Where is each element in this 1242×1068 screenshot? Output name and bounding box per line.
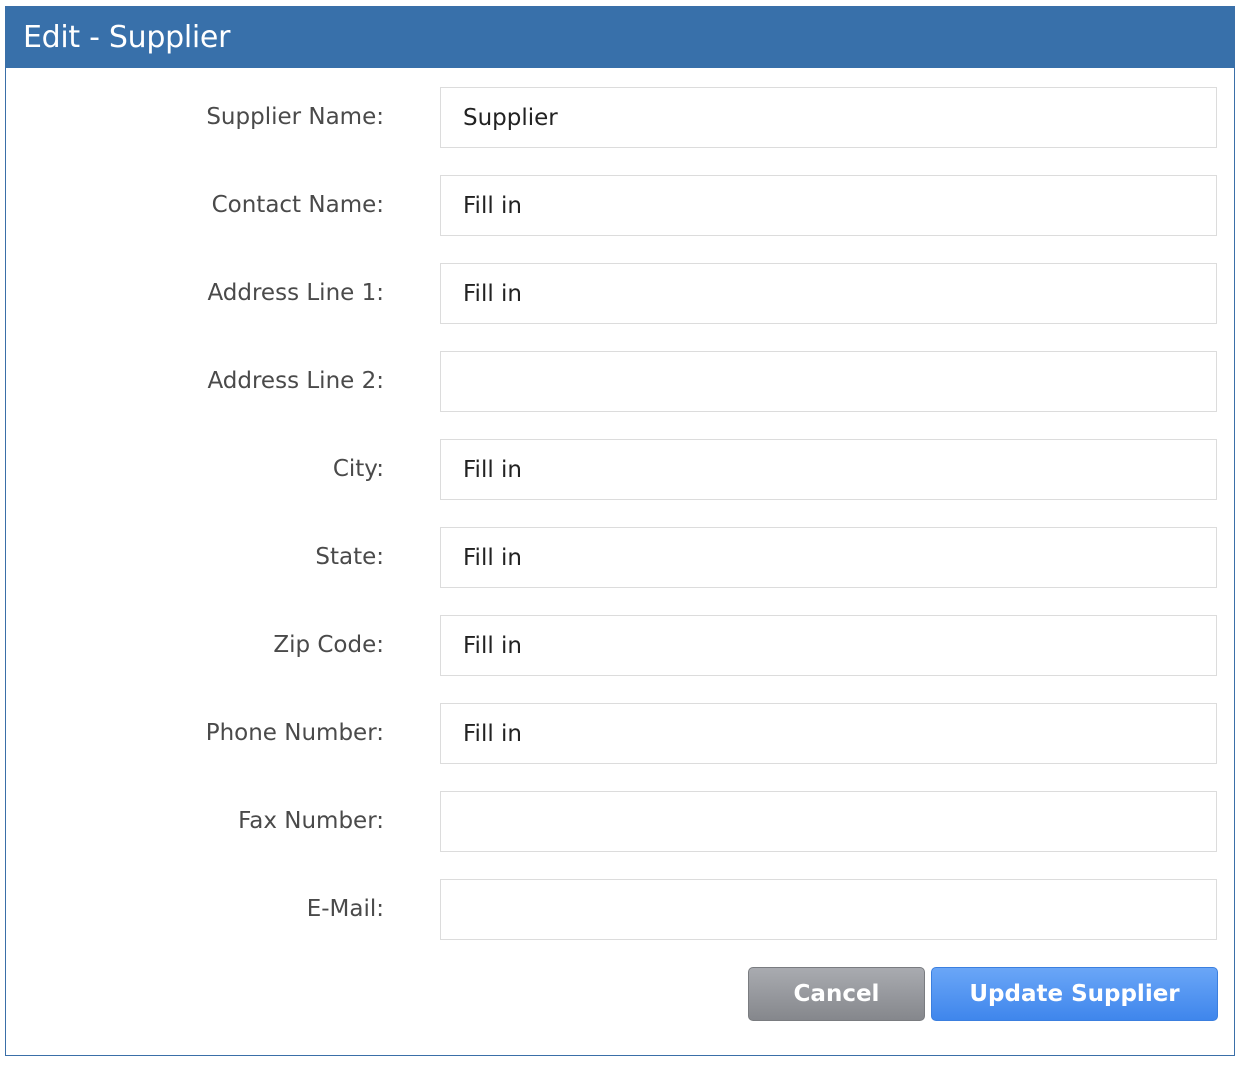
phone-number-input[interactable] bbox=[440, 703, 1217, 764]
phone-number-label: Phone Number: bbox=[205, 720, 384, 746]
supplier-name-label: Supplier Name: bbox=[206, 104, 384, 130]
address-line-2-input[interactable] bbox=[440, 351, 1217, 412]
fax-number-label: Fax Number: bbox=[238, 808, 384, 834]
zip-code-input[interactable] bbox=[440, 615, 1217, 676]
city-input[interactable] bbox=[440, 439, 1217, 500]
contact-name-input[interactable] bbox=[440, 175, 1217, 236]
form-row-contact-name: Contact Name: bbox=[6, 175, 1234, 236]
address-line-1-input[interactable] bbox=[440, 263, 1217, 324]
update-supplier-button[interactable]: Update Supplier bbox=[931, 967, 1218, 1021]
city-label: City: bbox=[332, 456, 384, 482]
address-line-1-label: Address Line 1: bbox=[207, 280, 384, 306]
form-row-zip-code: Zip Code: bbox=[6, 615, 1234, 676]
edit-supplier-dialog: Edit - Supplier Supplier Name: Contact N… bbox=[5, 6, 1235, 1056]
form-row-state: State: bbox=[6, 527, 1234, 588]
dialog-titlebar: Edit - Supplier bbox=[6, 7, 1234, 68]
address-line-2-label: Address Line 2: bbox=[207, 368, 384, 394]
form-row-email: E-Mail: bbox=[6, 879, 1234, 940]
state-input[interactable] bbox=[440, 527, 1217, 588]
email-input[interactable] bbox=[440, 879, 1217, 940]
email-label: E-Mail: bbox=[306, 896, 384, 922]
form-row-phone-number: Phone Number: bbox=[6, 703, 1234, 764]
form-row-supplier-name: Supplier Name: bbox=[6, 87, 1234, 148]
zip-code-label: Zip Code: bbox=[273, 632, 384, 658]
form-row-fax-number: Fax Number: bbox=[6, 791, 1234, 852]
supplier-name-input[interactable] bbox=[440, 87, 1217, 148]
form-row-city: City: bbox=[6, 439, 1234, 500]
form-row-address-line-2: Address Line 2: bbox=[6, 351, 1234, 412]
state-label: State: bbox=[315, 544, 384, 570]
cancel-button[interactable]: Cancel bbox=[748, 967, 925, 1021]
form-row-address-line-1: Address Line 1: bbox=[6, 263, 1234, 324]
dialog-title: Edit - Supplier bbox=[23, 20, 231, 55]
fax-number-input[interactable] bbox=[440, 791, 1217, 852]
contact-name-label: Contact Name: bbox=[211, 192, 384, 218]
